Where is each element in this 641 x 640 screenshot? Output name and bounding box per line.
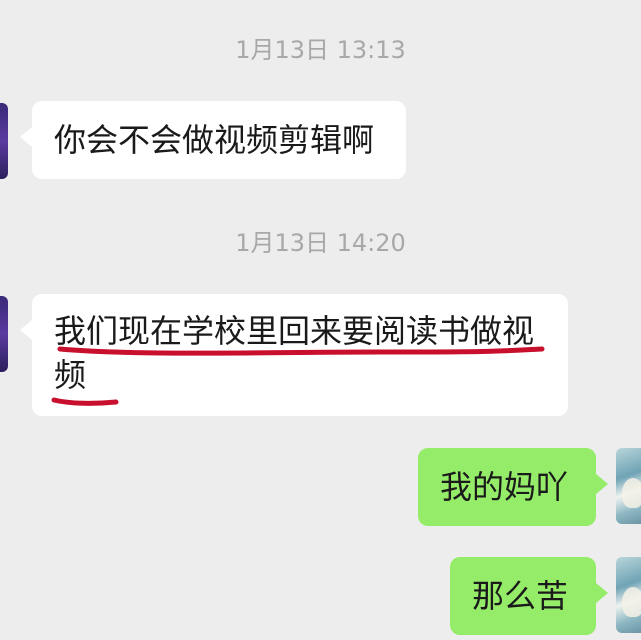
message-text: 那么苦 (472, 577, 569, 615)
incoming-message-bubble[interactable]: 我们现在学校里回来要阅读书做视 频 (20, 294, 568, 416)
timestamp-1: 1月13日 13:13 (235, 36, 406, 64)
incoming-message-bubble[interactable]: 你会不会做视频剪辑啊 (20, 101, 406, 179)
message-text: 我的妈吖 (440, 468, 569, 506)
outgoing-message-bubble[interactable]: 那么苦 (450, 557, 608, 635)
user-avatar-icon[interactable] (616, 557, 641, 633)
contact-avatar-icon[interactable] (0, 103, 8, 179)
outgoing-message-bubble[interactable]: 我的妈吖 (418, 448, 608, 526)
contact-avatar-icon[interactable] (0, 296, 8, 372)
message-text: 你会不会做视频剪辑啊 (54, 121, 375, 159)
message-text-line-1: 我们现在学校里回来要阅读书做视 (54, 312, 535, 350)
user-avatar-icon[interactable] (616, 448, 641, 524)
message-text-line-2: 频 (54, 356, 87, 394)
timestamp-2: 1月13日 14:20 (235, 229, 406, 257)
